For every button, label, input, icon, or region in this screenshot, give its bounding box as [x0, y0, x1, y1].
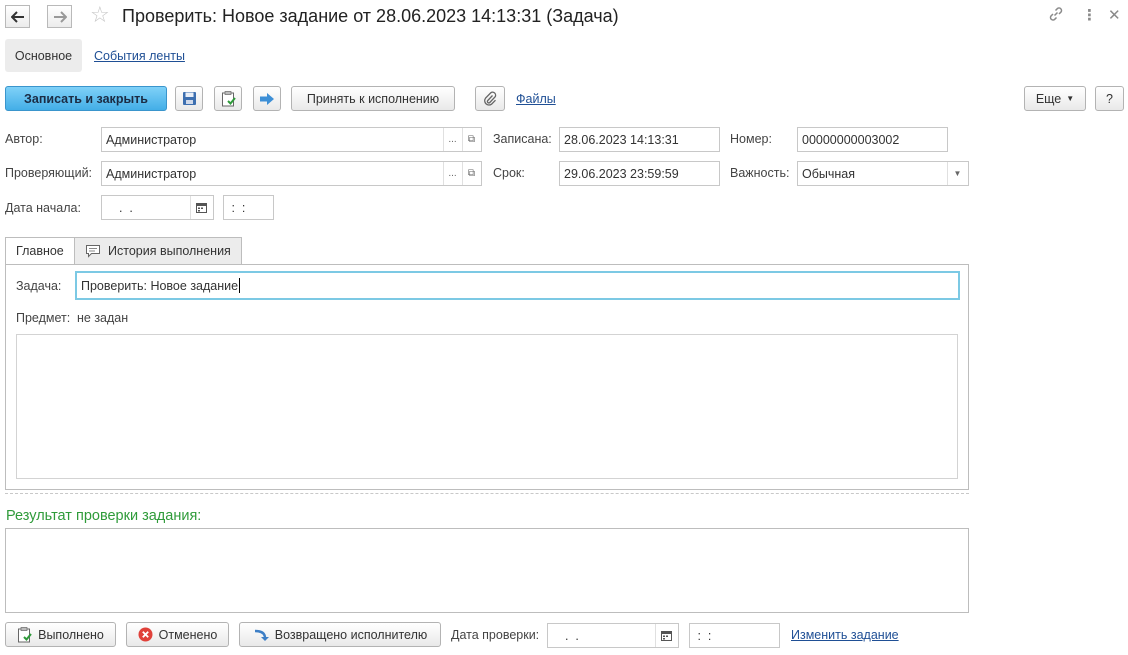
tab-history-label: История выполнения — [108, 244, 231, 258]
deadline-label: Срок: — [493, 166, 525, 180]
importance-select[interactable]: Обычная ▼ — [797, 161, 969, 186]
calendar-icon[interactable] — [190, 196, 212, 219]
change-task-link[interactable]: Изменить задание — [791, 628, 899, 642]
subject-value[interactable]: не задан — [77, 311, 128, 325]
done-button[interactable]: Выполнено — [5, 622, 116, 647]
start-date-label: Дата начала: — [5, 201, 81, 215]
back-button[interactable] — [5, 5, 30, 28]
select-dots-icon[interactable]: ... — [443, 128, 461, 151]
section-divider — [5, 493, 969, 494]
arrow-left-icon — [10, 10, 24, 23]
paperclip-icon — [484, 91, 497, 106]
floppy-disk-icon — [182, 92, 196, 105]
reviewer-field[interactable]: Администратор ... ⧉ — [101, 161, 482, 186]
dropdown-arrow-icon[interactable]: ▼ — [947, 162, 967, 185]
task-label: Задача: — [16, 279, 62, 293]
deadline-field[interactable]: 29.06.2023 23:59:59 — [559, 161, 720, 186]
reviewer-label: Проверяющий: — [5, 166, 93, 180]
number-label: Номер: — [730, 132, 772, 146]
clipboard-check-icon — [17, 626, 32, 643]
result-textarea[interactable] — [5, 528, 969, 613]
arrow-right-blue-icon — [260, 92, 274, 105]
task-value: Проверить: Новое задание — [81, 278, 239, 293]
cancelled-label: Отменено — [158, 627, 218, 642]
select-dots-icon[interactable]: ... — [443, 162, 461, 185]
attach-files-button[interactable] — [475, 86, 505, 111]
calendar-icon[interactable] — [655, 624, 677, 647]
save-button[interactable] — [175, 86, 203, 111]
tab-main-section[interactable]: Основное — [5, 39, 82, 72]
start-date-field[interactable]: . . — [101, 195, 214, 220]
page-title: Проверить: Новое задание от 28.06.2023 1… — [122, 6, 619, 26]
more-menu-button[interactable]: Еще ▼ — [1024, 86, 1086, 111]
more-label: Еще — [1035, 91, 1062, 106]
check-date-value: . . — [558, 628, 579, 643]
open-icon[interactable]: ⧉ — [462, 128, 480, 151]
start-time-field[interactable]: : : — [223, 195, 274, 220]
check-date-label: Дата проверки: — [451, 628, 540, 642]
cancelled-button[interactable]: Отменено — [126, 622, 229, 647]
tab-main[interactable]: Главное — [5, 237, 75, 265]
author-label: Автор: — [5, 132, 43, 146]
favorite-star-icon[interactable]: ☆ — [90, 4, 110, 26]
number-field[interactable]: 00000000003002 — [797, 127, 948, 152]
help-button[interactable]: ? — [1095, 86, 1124, 111]
forward-task-button[interactable] — [253, 86, 281, 111]
cancel-circle-icon — [138, 627, 153, 642]
importance-label: Важность: — [730, 166, 790, 180]
tab-feed-events[interactable]: События ленты — [94, 49, 185, 63]
tab-history[interactable]: История выполнения — [74, 237, 242, 265]
more-vertical-icon[interactable]: ⋮ — [1082, 6, 1097, 24]
start-date-value: . . — [112, 200, 133, 215]
result-heading: Результат проверки задания: — [6, 508, 202, 524]
done-label: Выполнено — [38, 627, 104, 642]
recorded-field[interactable]: 28.06.2023 14:13:31 — [559, 127, 720, 152]
open-icon[interactable]: ⧉ — [462, 162, 480, 185]
files-link[interactable]: Файлы — [516, 92, 556, 106]
task-input[interactable]: Проверить: Новое задание — [75, 271, 960, 300]
returned-label: Возвращено исполнителю — [274, 627, 428, 642]
comment-icon — [86, 245, 100, 258]
close-icon[interactable]: ✕ — [1108, 6, 1121, 24]
subject-label: Предмет: — [16, 311, 71, 325]
reviewer-value: Администратор — [106, 166, 197, 181]
description-textarea[interactable] — [16, 334, 958, 479]
accept-for-execution-button[interactable]: Принять к исполнению — [291, 86, 455, 111]
dropdown-arrow-icon: ▼ — [1066, 94, 1075, 103]
author-field[interactable]: Администратор ... ⧉ — [101, 127, 482, 152]
forward-button[interactable] — [47, 5, 72, 28]
clipboard-check-icon — [221, 90, 236, 106]
recorded-label: Записана: — [493, 132, 552, 146]
return-arrow-icon — [253, 628, 269, 642]
save-and-close-button[interactable]: Записать и закрыть — [5, 86, 167, 111]
link-icon[interactable] — [1048, 6, 1064, 26]
check-time-field[interactable]: : : — [689, 623, 780, 648]
post-button[interactable] — [214, 86, 242, 111]
arrow-right-icon — [53, 10, 67, 23]
importance-value: Обычная — [802, 166, 856, 181]
text-cursor — [239, 278, 241, 293]
returned-button[interactable]: Возвращено исполнителю — [239, 622, 441, 647]
check-date-field[interactable]: . . — [547, 623, 679, 648]
author-value: Администратор — [106, 132, 197, 147]
